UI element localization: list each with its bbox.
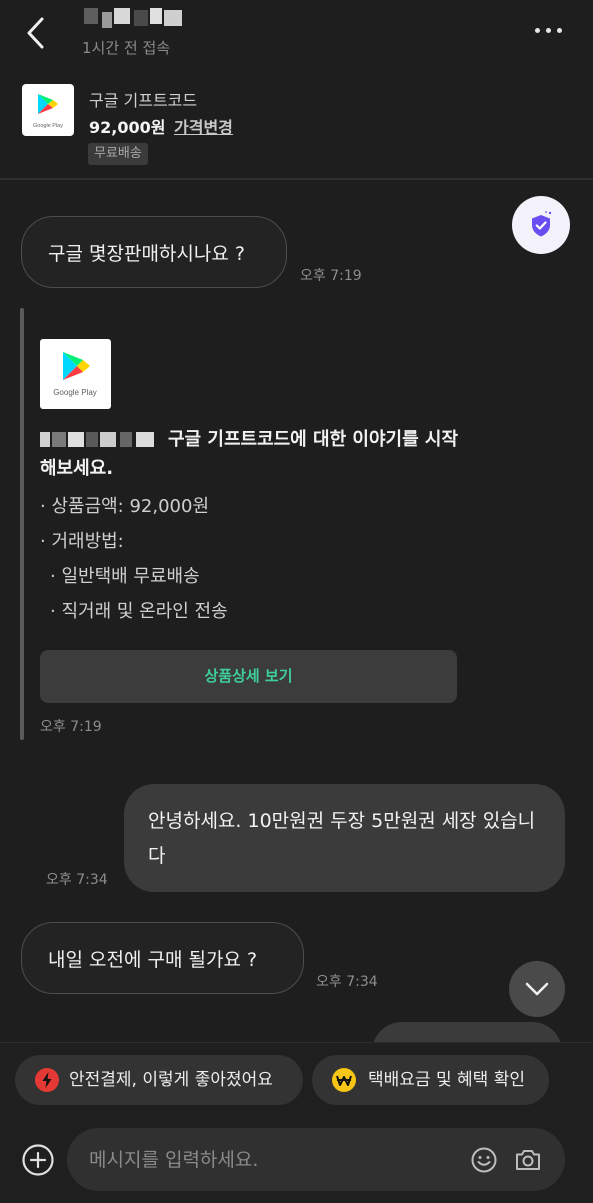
card-method-line: · 거래방법: xyxy=(40,531,124,552)
chip-label: 안전결제, 이렇게 좋아졌어요 xyxy=(69,1070,273,1090)
google-play-logo-icon: Google Play xyxy=(53,352,97,397)
shield-check-icon xyxy=(532,211,552,237)
blurred-username xyxy=(40,430,162,448)
card-price-line: · 상품금액: 92,000원 xyxy=(40,496,210,517)
chevron-left-icon xyxy=(27,17,44,49)
camera-icon xyxy=(516,1150,540,1170)
message-input[interactable] xyxy=(89,1128,459,1191)
google-play-logo-icon: Google Play xyxy=(33,94,63,129)
blurred-username xyxy=(84,8,184,28)
product-name: 구글 기프트코드 xyxy=(89,91,198,110)
logo-caption: Google Play xyxy=(33,123,63,129)
scroll-to-bottom-button[interactable] xyxy=(509,961,565,1017)
attach-button[interactable] xyxy=(21,1143,55,1177)
message-text: 내일 오전에 구매 될가요 ? xyxy=(48,949,258,971)
header-divider xyxy=(0,178,593,180)
shipping-fee-chip[interactable]: 택배요금 및 혜택 확인 xyxy=(312,1055,549,1105)
more-dots-icon xyxy=(535,28,540,33)
message-bubble-received: 내일 오전에 구매 될가요 ? xyxy=(21,922,304,994)
message-time: 오후 7:19 xyxy=(300,268,362,284)
logo-caption: Google Play xyxy=(53,388,97,397)
card-method-delivery: · 일반택배 무료배송 xyxy=(50,566,200,587)
product-thumbnail[interactable]: Google Play xyxy=(22,84,74,136)
chip-label: 택배요금 및 혜택 확인 xyxy=(368,1070,525,1090)
message-text: 구글 몇장판매하시나요 ? xyxy=(48,243,245,265)
card-product-thumbnail[interactable]: Google Play xyxy=(40,339,111,409)
message-time: 오후 7:34 xyxy=(46,872,108,888)
more-options-button[interactable] xyxy=(535,28,565,36)
product-price: 92,000원 xyxy=(89,118,166,137)
lightning-icon xyxy=(35,1068,59,1092)
shipping-badge: 무료배송 xyxy=(88,143,148,165)
won-coin-icon xyxy=(332,1068,356,1092)
price-change-link[interactable]: 가격변경 xyxy=(174,114,233,138)
message-time: 오후 7:19 xyxy=(40,719,102,735)
last-seen-status: 1시간 전 접속 xyxy=(82,39,171,57)
smile-icon xyxy=(471,1147,497,1173)
camera-button[interactable] xyxy=(514,1146,542,1174)
safety-shield-button[interactable] xyxy=(512,196,570,254)
product-detail-button[interactable]: 상품상세 보기 xyxy=(40,650,457,703)
message-time: 오후 7:34 xyxy=(316,974,378,990)
message-bubble-sent: 안녕하세요. 10만원권 두장 5만원권 세장 있습니다 xyxy=(124,784,565,892)
message-bubble-received: 구글 몇장판매하시나요 ? xyxy=(21,216,287,288)
chevron-down-icon xyxy=(525,982,549,996)
plus-circle-icon xyxy=(22,1144,54,1176)
back-button[interactable] xyxy=(22,16,52,50)
card-accent-bar xyxy=(20,308,24,740)
card-title: 구글 기프트코드에 대한 이야기를 시작해보세요. xyxy=(40,425,470,483)
card-method-direct: · 직거래 및 온라인 전송 xyxy=(50,601,228,622)
safe-payment-chip[interactable]: 안전결제, 이렇게 좋아졌어요 xyxy=(15,1055,303,1105)
emoji-button[interactable] xyxy=(470,1146,498,1174)
message-text: 안녕하세요. 10만원권 두장 5만원권 세장 있습니다 xyxy=(148,810,536,867)
